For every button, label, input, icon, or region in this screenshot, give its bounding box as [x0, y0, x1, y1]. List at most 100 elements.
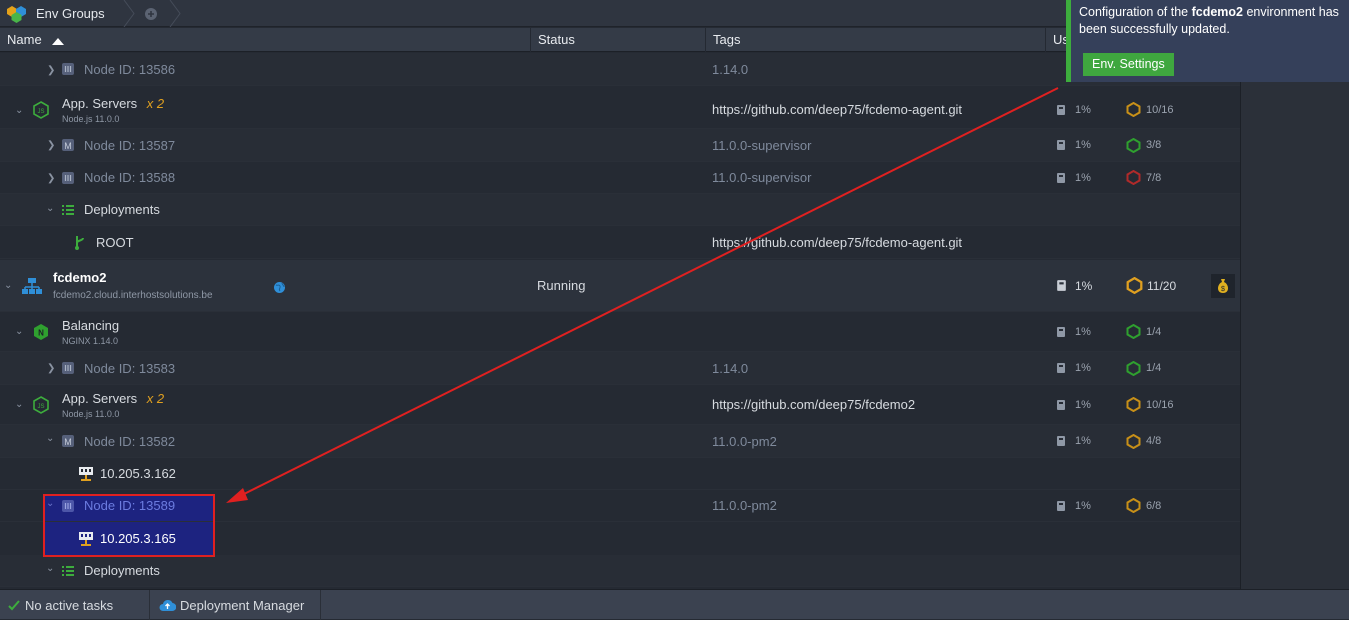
svg-text:JS: JS [37, 404, 44, 410]
column-name[interactable]: Name [0, 28, 531, 52]
tag-text: https://github.com/deep75/fcdemo2 [712, 397, 916, 412]
deployments-icon [62, 204, 74, 215]
chevron-right-icon[interactable]: ❯ [47, 65, 55, 76]
chevron-down-icon[interactable]: ⌄ [15, 399, 23, 410]
chevron-down-icon[interactable]: ⌄ [46, 563, 54, 574]
grid-header: Name Status Tags Us [0, 28, 1240, 52]
sort-asc-icon [52, 37, 65, 45]
cloudlet-green-icon [1126, 137, 1141, 153]
environment-topology-icon [22, 277, 42, 294]
checkmark-icon [8, 600, 20, 611]
tab-env-groups[interactable]: Env Groups [0, 0, 128, 27]
chevron-down-icon[interactable]: ⌄ [46, 433, 54, 444]
tasks-status[interactable]: No active tasks [0, 590, 150, 620]
tag-text: 11.0.0-supervisor [712, 137, 812, 153]
plus-circle-icon [145, 7, 157, 20]
svg-text:M: M [64, 437, 72, 447]
svg-text:$: $ [1221, 286, 1225, 293]
tag-text: 11.0.0-pm2 [712, 433, 777, 449]
cloudlet-green-icon [1126, 324, 1141, 339]
env-settings-button[interactable]: Env. Settings [1083, 53, 1174, 76]
layer-name: App. Servers [62, 95, 138, 111]
table-row[interactable]: ⌄ Deployments [0, 194, 1240, 226]
table-row[interactable]: ❯ Node ID: 13583 1.14.0 1% 1/4 [0, 352, 1240, 385]
right-pane [1240, 28, 1349, 589]
tag-text: https://github.com/deep75/fcdemo-agent.g… [712, 234, 963, 250]
svg-text:N: N [38, 328, 44, 337]
tag-text: 11.0.0-pm2 [712, 498, 777, 513]
chevron-down-icon[interactable]: ⌄ [4, 280, 12, 291]
ip-address[interactable]: 10.205.3.162 [100, 466, 176, 481]
layer-name: App. Servers [62, 390, 138, 406]
globe-icon[interactable] [273, 281, 286, 294]
money-bag-icon: $ [1218, 279, 1228, 293]
cloudlet-orange-icon [1126, 498, 1141, 513]
chevron-right-icon[interactable]: ❯ [47, 140, 55, 151]
nodejs-icon: JS [33, 395, 49, 414]
disk-icon [1057, 500, 1065, 511]
table-row[interactable]: ROOT https://github.com/deep75/fcdemo-ag… [0, 226, 1240, 259]
disk-icon [1057, 436, 1065, 446]
tab-separator [169, 0, 181, 27]
notification-toast: Configuration of the fcdemo2 environment… [1066, 0, 1349, 82]
node-m-icon: M [62, 435, 74, 447]
tag-text: 1.14.0 [712, 360, 749, 376]
billing-button[interactable]: $ [1211, 274, 1235, 298]
table-row[interactable]: ❯ Node ID: 13588 11.0.0-supervisor 1% 7/… [0, 162, 1240, 194]
git-branch-icon [75, 236, 84, 250]
disk-icon [1057, 363, 1065, 373]
table-row[interactable]: ❯ Node ID: 13586 1.14.0 [0, 53, 1240, 86]
cloudlet-green-icon [1126, 360, 1141, 376]
table-row[interactable]: ⌄ JS App. Servers x 2 Node.js 11.0.0 htt… [0, 385, 1240, 425]
env-groups-icon [7, 5, 26, 23]
node-icon [62, 63, 74, 75]
lan-icon [79, 466, 93, 481]
column-tags[interactable]: Tags [706, 28, 1046, 52]
cloudlet-orange-icon [1126, 277, 1143, 294]
layer-version: Node.js 11.0.0 [62, 408, 120, 419]
toast-env-name: fcdemo2 [1191, 5, 1243, 19]
table-row[interactable]: ⌄ N Balancing NGINX 1.14.0 1% 1/4 [0, 312, 1240, 352]
disk-icon [1057, 399, 1065, 410]
deployment-manager-button[interactable]: Deployment Manager [151, 590, 321, 620]
cloudlet-red-icon [1126, 170, 1141, 185]
nginx-icon: N [34, 323, 48, 340]
cloud-upload-icon [159, 599, 176, 612]
svg-text:JS: JS [37, 109, 44, 115]
disk-icon [1057, 140, 1065, 150]
cloudlet-orange-icon [1126, 433, 1141, 449]
node-icon [62, 362, 74, 374]
environment-status: Running [537, 278, 586, 293]
table-row[interactable]: ❯ M Node ID: 13587 11.0.0-supervisor 1% … [0, 129, 1240, 162]
table-row[interactable]: ⌄ M Node ID: 13582 11.0.0-pm2 1% 4/8 [0, 425, 1240, 458]
table-row[interactable]: ⌄ Deployments [0, 555, 1240, 587]
disk-icon [1057, 104, 1065, 115]
chevron-down-icon[interactable]: ⌄ [46, 203, 54, 214]
tag-text: https://github.com/deep75/fcdemo-agent.g… [712, 102, 963, 117]
environment-domain[interactable]: fcdemo2.cloud.interhostsolutions.be [53, 290, 213, 301]
deployments-icon [62, 565, 74, 576]
disk-icon [1057, 172, 1065, 183]
layer-version: NGINX 1.14.0 [62, 335, 119, 346]
chevron-right-icon[interactable]: ❯ [47, 363, 55, 374]
chevron-right-icon[interactable]: ❯ [47, 173, 55, 184]
node-count: x 2 [146, 390, 165, 406]
tag-text: 11.0.0-supervisor [712, 170, 812, 185]
nodejs-icon: JS [33, 100, 49, 119]
column-status[interactable]: Status [531, 28, 706, 52]
node-count: x 2 [146, 95, 165, 111]
chevron-down-icon[interactable]: ⌄ [15, 326, 23, 337]
table-row[interactable]: 10.205.3.162 [0, 458, 1240, 490]
tag-text: 1.14.0 [712, 61, 749, 77]
tab-label: Env Groups [36, 6, 105, 21]
svg-text:M: M [64, 141, 72, 151]
disk-icon [1057, 280, 1066, 291]
status-bar: No active tasks Deployment Manager [0, 589, 1349, 620]
cloudlet-orange-icon [1126, 397, 1141, 412]
environment-name[interactable]: fcdemo2 [53, 270, 106, 285]
chevron-down-icon[interactable]: ⌄ [15, 105, 23, 116]
annotation-box [43, 494, 215, 557]
node-icon [62, 171, 74, 184]
environment-row[interactable]: ⌄ fcdemo2 fcdemo2.cloud.interhostsolutio… [0, 260, 1240, 312]
table-row[interactable]: ⌄ JS App. Servers x 2 Node.js 11.0.0 htt… [0, 91, 1240, 129]
